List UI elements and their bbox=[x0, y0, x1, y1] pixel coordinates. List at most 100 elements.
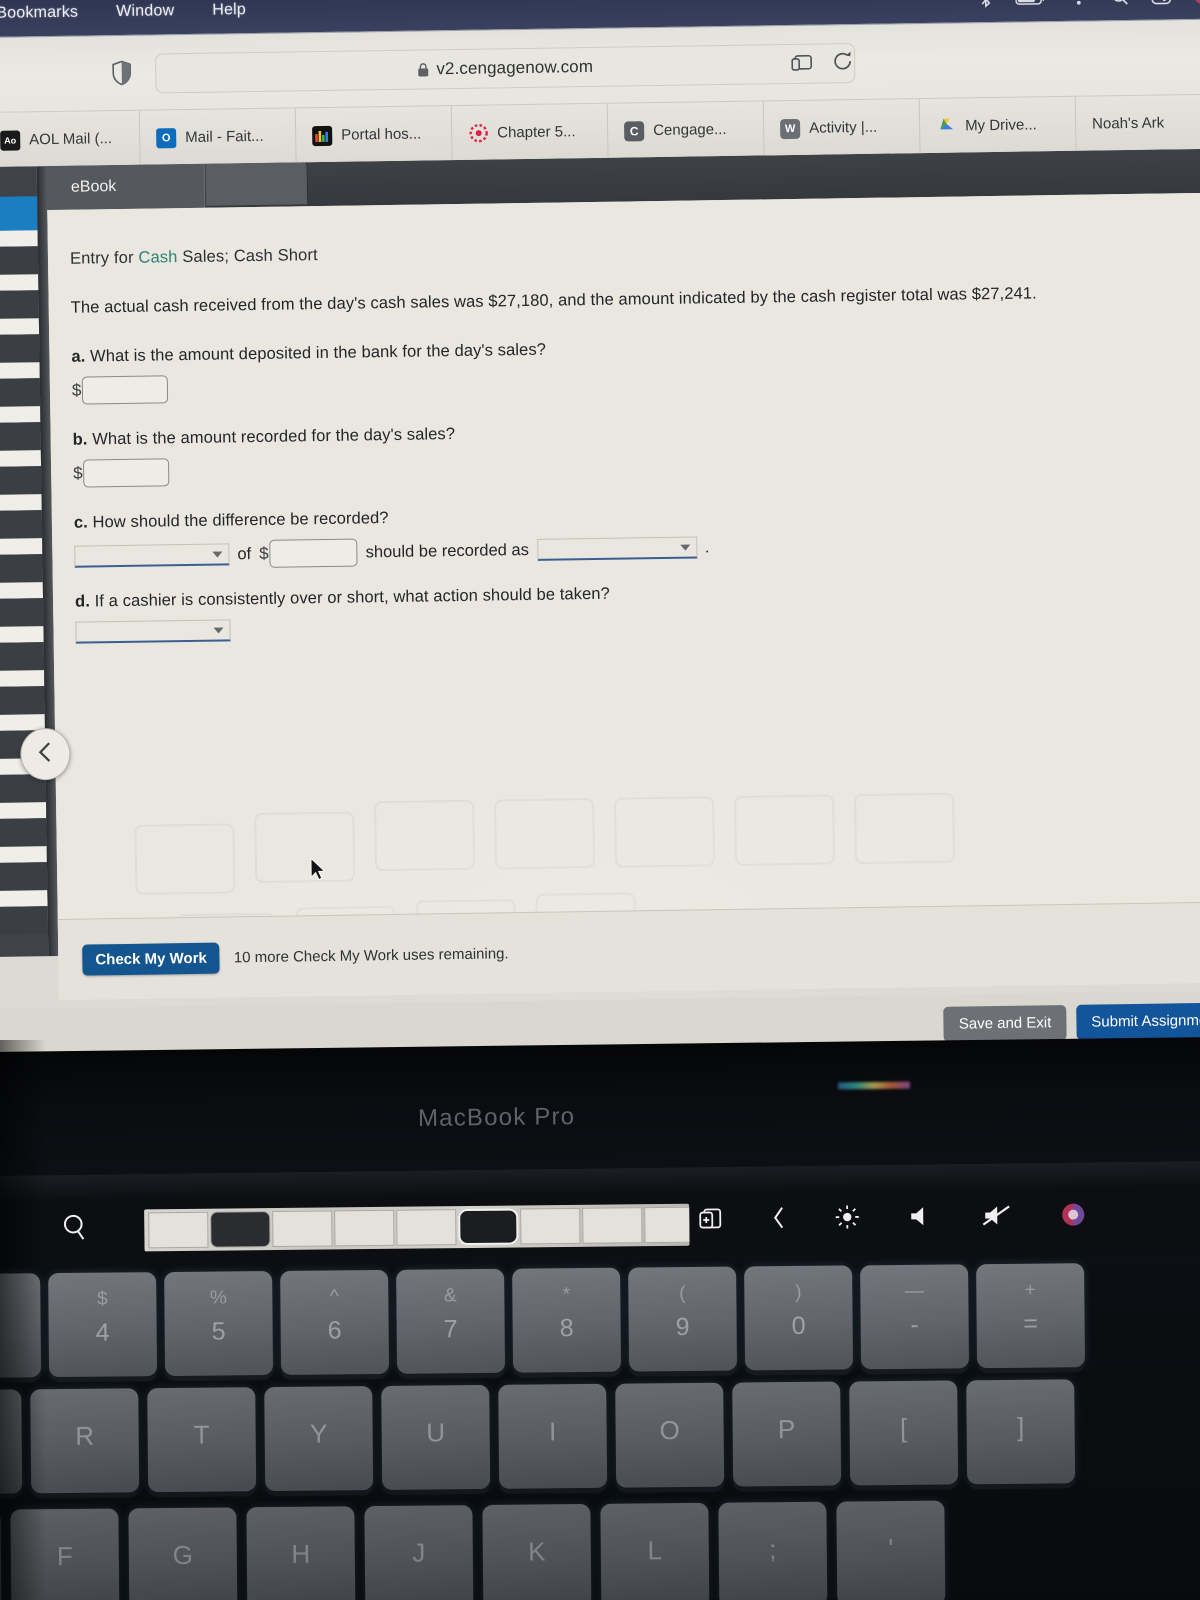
key-r[interactable]: R bbox=[30, 1388, 140, 1494]
mute-icon[interactable] bbox=[982, 1203, 1012, 1232]
key-5[interactable]: % 5 bbox=[164, 1271, 274, 1377]
key-y[interactable]: Y bbox=[264, 1386, 374, 1492]
search-icon[interactable] bbox=[62, 1212, 88, 1247]
touch-bar-thumb[interactable] bbox=[148, 1211, 209, 1249]
touch-bar-thumb[interactable] bbox=[334, 1209, 395, 1247]
key-f[interactable]: F bbox=[10, 1508, 120, 1600]
save-and-exit-button[interactable]: Save and Exit bbox=[943, 1005, 1067, 1042]
key-bracket-right[interactable]: ] bbox=[966, 1379, 1076, 1485]
key-k[interactable]: K bbox=[482, 1503, 592, 1600]
touch-bar-thumb[interactable] bbox=[396, 1209, 457, 1246]
key-p[interactable]: P bbox=[732, 1381, 842, 1487]
bluetooth-icon[interactable] bbox=[978, 0, 993, 9]
key-e[interactable]: E bbox=[0, 1389, 23, 1495]
menu-bookmarks[interactable]: Bookmarks bbox=[0, 3, 78, 22]
chevron-down-icon bbox=[213, 626, 224, 634]
key-bracket-left[interactable]: [ bbox=[849, 1380, 959, 1486]
key-0[interactable]: ) 0 bbox=[744, 1265, 854, 1371]
key-i[interactable]: I bbox=[498, 1383, 608, 1489]
key-u[interactable]: U bbox=[381, 1384, 491, 1490]
chevron-down-icon bbox=[212, 550, 223, 558]
answer-input-b[interactable] bbox=[83, 458, 170, 488]
touch-bar-thumb[interactable] bbox=[582, 1207, 643, 1244]
menu-window[interactable]: Window bbox=[116, 2, 174, 21]
key-quote[interactable]: ' bbox=[836, 1500, 946, 1600]
bookmark-mail-fait[interactable]: O Mail - Fait... bbox=[139, 107, 297, 167]
answer-input-a[interactable] bbox=[82, 375, 169, 405]
secure-lock-icon bbox=[417, 62, 429, 77]
answer-row-d bbox=[75, 604, 1200, 644]
bookmark-my-drive[interactable]: My Drive... bbox=[919, 96, 1077, 155]
key-3[interactable]: #3 bbox=[0, 1273, 42, 1379]
difference-type-select[interactable] bbox=[74, 543, 230, 568]
bookmark-chapter-5[interactable]: Chapter 5... bbox=[451, 103, 609, 162]
part-c-connector-text: should be recorded as bbox=[365, 540, 530, 561]
key-t[interactable]: T bbox=[147, 1387, 257, 1493]
key-minus[interactable]: — - bbox=[860, 1264, 970, 1370]
key-8[interactable]: * 8 bbox=[512, 1267, 622, 1373]
touch-bar-thumb[interactable] bbox=[520, 1207, 581, 1245]
control-center-icon[interactable] bbox=[1151, 0, 1172, 4]
question-intro: The actual cash received from the day's … bbox=[70, 284, 1037, 317]
volume-icon[interactable] bbox=[908, 1204, 934, 1233]
spotlight-search-icon[interactable] bbox=[1111, 0, 1129, 6]
key-o[interactable]: O bbox=[615, 1382, 725, 1488]
check-my-work-button[interactable]: Check My Work bbox=[82, 942, 221, 976]
key-char: K bbox=[527, 1536, 546, 1567]
wifi-icon[interactable] bbox=[1068, 0, 1089, 5]
record-as-select[interactable] bbox=[536, 536, 698, 561]
keyboard[interactable]: #3 $4 %5 ^6 &7 *8 (9 )0 —- += E R T Y U … bbox=[0, 1249, 1200, 1600]
chevron-left-icon bbox=[37, 740, 53, 769]
key-9[interactable]: (9 bbox=[628, 1266, 738, 1372]
difference-amount-input[interactable] bbox=[269, 538, 358, 568]
siri-icon[interactable] bbox=[1060, 1202, 1086, 1233]
key-symbol: $ bbox=[96, 1288, 108, 1310]
key-4[interactable]: $4 bbox=[48, 1272, 158, 1378]
key-char: H bbox=[291, 1538, 311, 1569]
bookmark-cengage[interactable]: C Cengage... bbox=[607, 100, 765, 160]
key-char: R bbox=[75, 1420, 95, 1451]
key-char: 0 bbox=[791, 1311, 806, 1341]
reload-icon[interactable] bbox=[833, 51, 853, 77]
currency-symbol-b: $ bbox=[73, 463, 83, 483]
touch-bar-thumb[interactable] bbox=[272, 1210, 333, 1248]
address-bar[interactable]: v2.cengagenow.com bbox=[154, 43, 856, 94]
macbook-pro-label: MacBook Pro bbox=[417, 1103, 576, 1132]
privacy-shield-icon[interactable] bbox=[111, 60, 132, 91]
key-g[interactable]: G bbox=[128, 1507, 238, 1600]
key-d[interactable]: D bbox=[0, 1509, 2, 1600]
tab-secondary[interactable] bbox=[205, 162, 309, 206]
siri-icon[interactable] bbox=[1193, 0, 1200, 5]
touch-bar-thumb-selected[interactable] bbox=[458, 1208, 519, 1246]
question-title-prefix: Entry for bbox=[69, 248, 139, 268]
action-select[interactable] bbox=[75, 619, 231, 644]
touch-bar-app-switcher[interactable] bbox=[144, 1203, 690, 1252]
touch-bar-thumb[interactable] bbox=[644, 1206, 690, 1244]
key-j[interactable]: J bbox=[364, 1505, 474, 1600]
key-char: F bbox=[56, 1540, 73, 1572]
key-equals[interactable]: + = bbox=[976, 1263, 1086, 1369]
bookmark-aol-mail[interactable]: Ao AOL Mail (... bbox=[0, 110, 141, 169]
toolbar-right-icons bbox=[791, 51, 853, 78]
new-tab-icon[interactable] bbox=[698, 1205, 724, 1236]
key-h[interactable]: H bbox=[246, 1506, 356, 1600]
key-7[interactable]: & 7 bbox=[396, 1268, 506, 1374]
bookmark-label: My Drive... bbox=[964, 116, 1037, 135]
part-b-text: What is the amount recorded for the day'… bbox=[92, 425, 456, 449]
bookmark-activity[interactable]: W Activity |... bbox=[763, 98, 921, 157]
tab-ebook[interactable]: eBook bbox=[46, 163, 206, 211]
bookmark-noahs-ark[interactable]: Noah's Ark bbox=[1076, 95, 1181, 153]
answer-row-a: $ bbox=[72, 359, 1200, 405]
key-char: P bbox=[777, 1413, 796, 1445]
key-6[interactable]: ^ 6 bbox=[280, 1269, 390, 1375]
bookmark-portal-host[interactable]: Portal hos... bbox=[295, 105, 453, 164]
touch-bar-thumb[interactable] bbox=[210, 1211, 271, 1248]
brightness-icon[interactable] bbox=[834, 1204, 860, 1235]
tab-overview-icon[interactable] bbox=[791, 52, 813, 77]
key-semicolon[interactable]: ; bbox=[718, 1501, 828, 1600]
battery-icon[interactable] bbox=[1015, 0, 1046, 6]
chevron-left-icon[interactable] bbox=[772, 1205, 786, 1236]
key-l[interactable]: L bbox=[600, 1502, 710, 1600]
menu-help[interactable]: Help bbox=[212, 1, 246, 19]
submit-assignment-button[interactable]: Submit Assignment for bbox=[1076, 1002, 1200, 1040]
